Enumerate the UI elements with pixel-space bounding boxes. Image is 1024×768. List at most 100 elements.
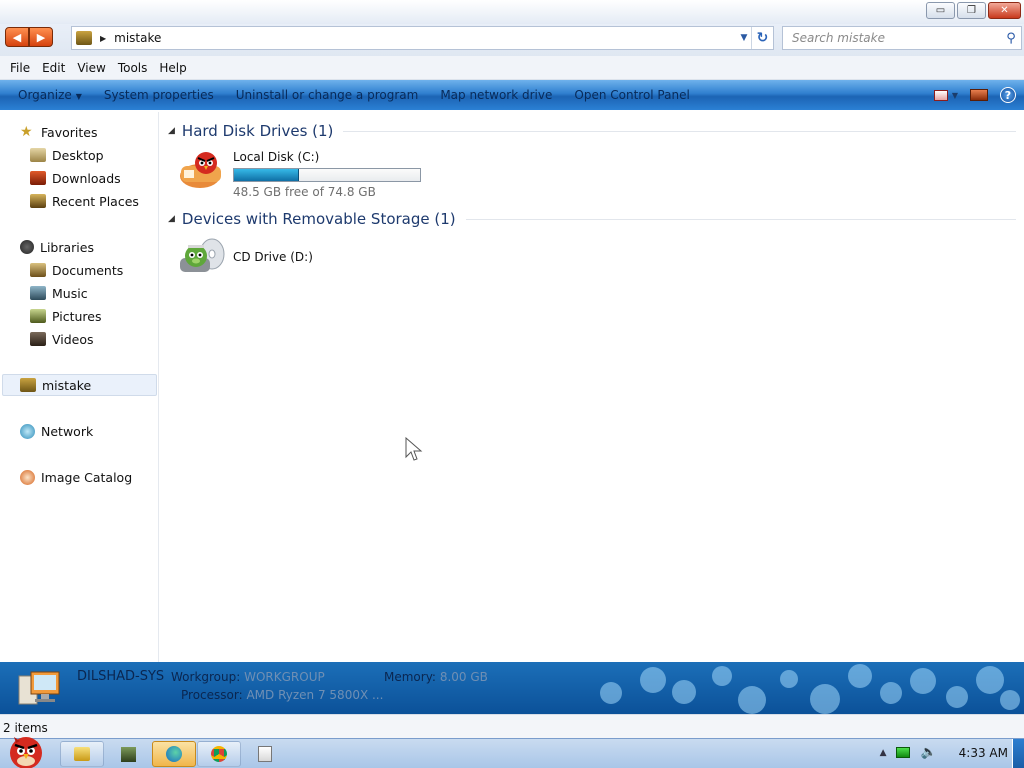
nav-computer[interactable]: mistake	[20, 375, 91, 395]
refresh-button[interactable]: ↻	[751, 27, 773, 49]
document-icon	[258, 746, 272, 762]
view-options-dropdown-icon[interactable]: ▼	[952, 91, 958, 100]
address-history-dropdown-icon[interactable]: ▼	[737, 33, 751, 43]
cd-drive-icon	[178, 236, 226, 278]
group-hard-disk-drives[interactable]: ◢ Hard Disk Drives (1)	[168, 122, 1016, 140]
decorative-bubble	[976, 666, 1004, 694]
taskbar-app-cube[interactable]	[106, 741, 150, 767]
help-icon[interactable]: ?	[1000, 87, 1016, 103]
restore-button[interactable]: ❐	[957, 2, 986, 19]
nav-libraries[interactable]: Libraries	[20, 237, 94, 257]
group-title: Devices with Removable Storage (1)	[181, 210, 456, 228]
nav-documents[interactable]: Documents	[30, 260, 123, 280]
preview-pane-icon[interactable]	[970, 89, 988, 101]
processor-value: AMD Ryzen 7 5800X ...	[246, 688, 384, 702]
organize-label: Organize	[18, 88, 72, 102]
drive-cd-d[interactable]: CD Drive (D:)	[178, 236, 313, 278]
drive-name: CD Drive (D:)	[233, 250, 313, 264]
breadcrumb-computer[interactable]: mistake	[114, 31, 737, 45]
forward-button[interactable]: ▶	[29, 27, 53, 47]
nav-label: Videos	[52, 331, 94, 347]
computer-icon	[76, 31, 92, 45]
nav-music[interactable]: Music	[30, 283, 88, 303]
music-icon	[30, 286, 46, 300]
nav-desktop[interactable]: Desktop	[30, 145, 104, 165]
change-view-icon[interactable]	[933, 89, 948, 101]
network-icon	[20, 423, 35, 439]
close-icon: ✕	[1000, 5, 1009, 16]
decorative-bubble	[738, 686, 766, 714]
organize-button[interactable]: Organize ▼	[11, 88, 89, 102]
start-button[interactable]	[0, 731, 52, 768]
menu-view[interactable]: View	[71, 61, 111, 75]
menu-tools[interactable]: Tools	[112, 61, 154, 75]
minimize-button[interactable]: ▭	[926, 2, 955, 19]
edge-icon	[166, 746, 182, 762]
battery-icon[interactable]	[896, 747, 911, 758]
nav-downloads[interactable]: Downloads	[30, 168, 121, 188]
menu-help[interactable]: Help	[153, 61, 192, 75]
drive-local-disk-c[interactable]: Local Disk (C:) 48.5 GB free of 74.8 GB	[178, 150, 421, 199]
clock[interactable]: 4:33 AM	[959, 746, 1008, 760]
decorative-bubble	[672, 680, 696, 704]
nav-label: Music	[52, 285, 88, 301]
map-network-drive-button[interactable]: Map network drive	[433, 88, 559, 102]
open-control-panel-button[interactable]: Open Control Panel	[567, 88, 696, 102]
nav-recent-places[interactable]: Recent Places	[30, 191, 139, 211]
taskbar-edge[interactable]	[152, 741, 196, 767]
nav-label: Image Catalog	[41, 469, 133, 485]
nav-network[interactable]: Network	[20, 421, 93, 441]
angry-bird-start-icon	[10, 737, 42, 768]
nav-label: Documents	[52, 262, 124, 278]
status-bar: 2 items	[0, 714, 1024, 738]
collapse-icon[interactable]: ◢	[168, 214, 175, 224]
decorative-bubble	[640, 667, 666, 693]
decorative-bubble	[1000, 690, 1020, 710]
chrome-icon	[211, 746, 227, 762]
drive-usage-fill	[234, 169, 300, 181]
show-desktop-button[interactable]	[1012, 739, 1024, 768]
search-input[interactable]: Search mistake ⚲	[782, 26, 1022, 50]
collapse-icon[interactable]: ◢	[168, 126, 175, 136]
memory-row: Memory: 8.00 GB	[384, 670, 488, 684]
search-icon[interactable]: ⚲	[1001, 31, 1021, 46]
decorative-bubble	[910, 668, 936, 694]
computer-icon	[17, 668, 63, 708]
menu-file[interactable]: File	[4, 61, 36, 75]
pictures-icon	[30, 309, 46, 323]
address-bar[interactable]: ▶ mistake ▼ ↻	[71, 26, 774, 50]
nav-label: Favorites	[41, 124, 98, 140]
uninstall-program-button[interactable]: Uninstall or change a program	[229, 88, 426, 102]
nav-favorites[interactable]: ★ Favorites	[20, 122, 97, 142]
system-properties-button[interactable]: System properties	[97, 88, 221, 102]
nav-pictures[interactable]: Pictures	[30, 306, 102, 326]
system-tray: ▲ 🔈 4:33 AM	[880, 745, 1008, 760]
window-controls: ▭ ❐ ✕	[926, 2, 1021, 19]
nav-videos[interactable]: Videos	[30, 329, 94, 349]
title-bar: ▭ ❐ ✕	[0, 0, 1024, 24]
workgroup-value: WORKGROUP	[244, 670, 325, 684]
nav-label: Libraries	[40, 239, 94, 255]
search-placeholder[interactable]: Search mistake	[783, 31, 1001, 45]
taskbar-explorer[interactable]	[60, 741, 104, 767]
volume-icon[interactable]: 🔈	[920, 745, 936, 760]
libraries-icon	[20, 240, 34, 254]
downloads-icon	[30, 171, 46, 185]
group-removable-storage[interactable]: ◢ Devices with Removable Storage (1)	[168, 210, 1016, 228]
memory-value: 8.00 GB	[439, 670, 488, 684]
taskbar-chrome[interactable]	[197, 741, 241, 767]
nav-label: Network	[41, 423, 94, 439]
forward-arrow-icon: ▶	[36, 30, 46, 44]
show-hidden-icons-icon[interactable]: ▲	[880, 748, 887, 758]
close-button[interactable]: ✕	[988, 2, 1021, 19]
menu-edit[interactable]: Edit	[36, 61, 71, 75]
computer-name: DILSHAD-SYS	[77, 669, 165, 684]
taskbar-app-document[interactable]	[243, 741, 287, 767]
mouse-cursor-icon	[405, 437, 423, 461]
processor-row: Processor: AMD Ryzen 7 5800X ...	[181, 688, 383, 702]
nav-image-catalog[interactable]: Image Catalog	[20, 467, 132, 487]
breadcrumb-separator-icon[interactable]: ▶	[100, 34, 106, 43]
command-bar-right: ▼ ?	[933, 87, 1016, 103]
back-button[interactable]: ◀	[5, 27, 29, 47]
nav-label: Pictures	[52, 308, 102, 324]
